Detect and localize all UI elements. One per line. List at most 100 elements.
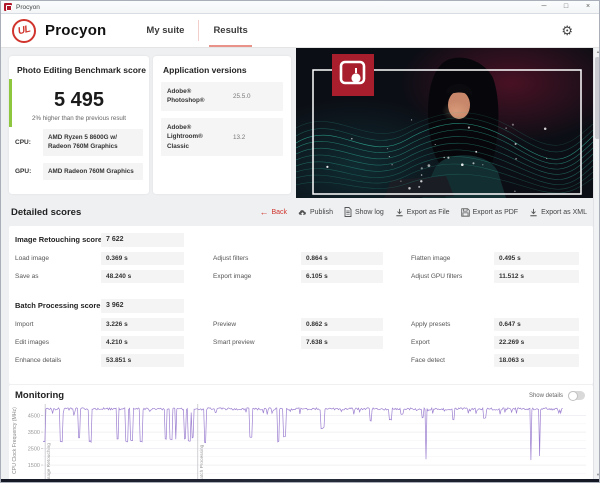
settings-gear-icon[interactable]: ⚙ [561, 23, 573, 39]
back-button[interactable]: ← Back [259, 209, 287, 216]
photoshop-version: 25.5.0 [233, 93, 251, 100]
cloud-upload-icon [298, 208, 307, 217]
main-tabs: My suite Results [132, 14, 261, 47]
cpu-value: AMD Ryzen 5 8600G w/ Radeon 760M Graphic… [43, 129, 143, 156]
metric-value: 3.226 s [101, 318, 184, 331]
image-retouching-header-row: Image Retouching score 7 622 [9, 233, 593, 247]
svg-text:Batch Processing: Batch Processing [199, 444, 205, 482]
metric-label: Smart preview [213, 336, 255, 349]
batch-processing-header-row: Batch Processing score 3 962 [9, 299, 593, 313]
scrollbar-thumb[interactable] [595, 57, 600, 139]
section-name: Batch Processing score [15, 299, 100, 313]
photoshop-name: Adobe® Photoshop® [167, 87, 225, 106]
publish-label: Publish [310, 209, 333, 216]
metric-value: 0.647 s [494, 318, 579, 331]
metric-label: Preview [213, 318, 236, 331]
metric-label: Import [15, 318, 33, 331]
download-icon [529, 208, 538, 217]
gpu-spec-row: GPU: AMD Radeon 760M Graphics [15, 163, 143, 180]
save-disk-icon [461, 208, 470, 217]
monitoring-panel: Monitoring Show details 4500350025001500… [9, 385, 593, 483]
maximize-button[interactable]: □ [555, 1, 577, 13]
table-row: Save as 48.240 s Export image 6.105 s Ad… [9, 270, 593, 283]
table-row: Load image 0.369 s Adjust filters 0.864 … [9, 252, 593, 265]
download-icon [395, 208, 404, 217]
content-area: Photo Editing Benchmark score 5 495 2% h… [1, 48, 600, 483]
export-xml-button[interactable]: Export as XML [529, 208, 587, 217]
cpu-label: CPU: [15, 139, 43, 146]
show-details-control: Show details [529, 391, 585, 400]
photo-editing-hero-image [296, 48, 593, 198]
ul-logo: UL [12, 19, 36, 43]
score-comparison-text: 2% higher than the previous result [9, 115, 149, 122]
show-details-toggle[interactable] [568, 391, 585, 400]
score-card-title: Photo Editing Benchmark score [9, 56, 149, 75]
gpu-label: GPU: [15, 168, 43, 175]
back-label: Back [271, 209, 287, 216]
application-versions-card: Application versions Adobe® Photoshop® 2… [153, 56, 291, 194]
metric-label: Save as [15, 270, 39, 283]
table-row: Enhance details 53.851 s Face detect 18.… [9, 354, 593, 367]
gpu-value: AMD Radeon 760M Graphics [43, 163, 143, 180]
log-document-icon [344, 207, 352, 217]
cpu-spec-row: CPU: AMD Ryzen 5 8600G w/ Radeon 760M Gr… [15, 129, 143, 156]
detailed-scores-bar: Detailed scores ← Back Publish [1, 198, 593, 226]
minimize-button[interactable]: ─ [533, 1, 555, 13]
metric-value: 6.105 s [301, 270, 383, 283]
export-pdf-button[interactable]: Export as PDF [461, 208, 519, 217]
show-details-label: Show details [529, 393, 563, 399]
metric-value: 18.063 s [494, 354, 579, 367]
metric-label: Apply presets [411, 318, 450, 331]
metric-value: 4.210 s [101, 336, 184, 349]
metric-label: Enhance details [15, 354, 61, 367]
metric-value: 53.851 s [101, 354, 184, 367]
table-row: Import 3.226 s Preview 0.862 s Apply pre… [9, 318, 593, 331]
tab-results[interactable]: Results [199, 14, 261, 47]
metric-value: 7.638 s [301, 336, 383, 349]
close-button[interactable]: × [577, 1, 599, 13]
svg-text:2500: 2500 [28, 447, 40, 453]
metric-value: 0.495 s [494, 252, 579, 265]
metric-value: 48.240 s [101, 270, 184, 283]
export-file-label: Export as File [407, 209, 450, 216]
hero-artwork [296, 48, 593, 198]
vertical-scrollbar[interactable]: ▲ ▼ [593, 48, 600, 483]
monitoring-title: Monitoring [15, 390, 64, 401]
window-title: Procyon [16, 4, 40, 11]
svg-text:4500: 4500 [28, 414, 40, 420]
procyon-window: Procyon ─ □ × UL Procyon My suite Result… [0, 0, 600, 483]
show-log-button[interactable]: Show log [344, 207, 384, 217]
metric-value: 0.369 s [101, 252, 184, 265]
section-name: Image Retouching score [15, 233, 102, 247]
svg-text:Image Retouching: Image Retouching [46, 443, 52, 482]
photoshop-version-row: Adobe® Photoshop® 25.5.0 [161, 82, 283, 111]
export-pdf-label: Export as PDF [473, 209, 519, 216]
metric-label: Export [411, 336, 430, 349]
tab-my-suite[interactable]: My suite [132, 14, 198, 47]
scroll-down-icon[interactable]: ▼ [594, 472, 600, 477]
metric-value: 22.269 s [494, 336, 579, 349]
metric-value: 0.862 s [301, 318, 383, 331]
window-titlebar[interactable]: Procyon ─ □ × [1, 1, 599, 14]
scroll-up-icon[interactable]: ▲ [594, 49, 600, 54]
publish-button[interactable]: Publish [298, 208, 333, 217]
brand-title: Procyon [45, 22, 106, 39]
back-arrow-icon: ← [259, 209, 268, 216]
section-score: 7 622 [101, 233, 184, 247]
lightroom-version: 13.2 [233, 134, 245, 141]
lightroom-name: Adobe® Lightroom® Classic [167, 123, 225, 151]
svg-text:1500: 1500 [28, 463, 40, 469]
export-xml-label: Export as XML [541, 209, 587, 216]
svg-text:CPU Clock Frequency (MHz): CPU Clock Frequency (MHz) [12, 407, 18, 474]
metric-label: Flatten image [411, 252, 450, 265]
lightroom-version-row: Adobe® Lightroom® Classic 13.2 [161, 118, 283, 156]
export-file-button[interactable]: Export as File [395, 208, 450, 217]
photo-editing-benchmark-icon [332, 54, 374, 96]
detailed-scores-title: Detailed scores [11, 207, 81, 218]
metric-label: Adjust filters [213, 252, 248, 265]
metric-label: Export image [213, 270, 251, 283]
table-row: Edit images 4.210 s Smart preview 7.638 … [9, 336, 593, 349]
toggle-knob [568, 391, 578, 401]
result-actions: ← Back Publish Show log [259, 207, 587, 217]
metric-value: 0.864 s [301, 252, 383, 265]
